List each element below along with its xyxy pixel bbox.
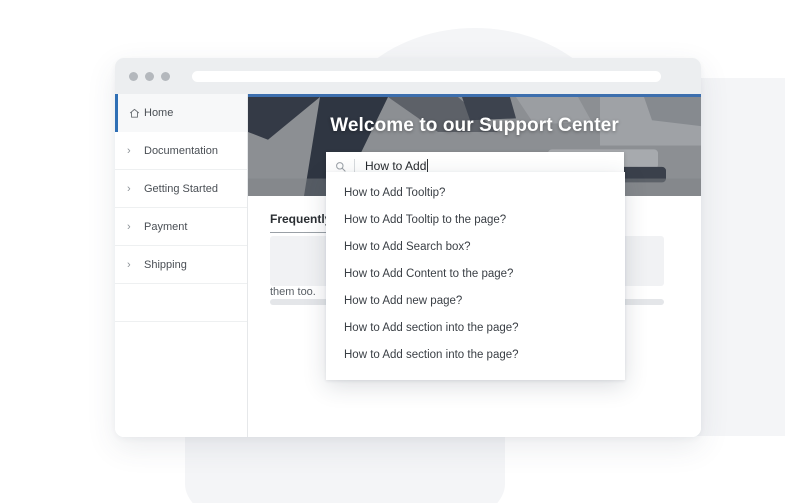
sidebar-item-label: Documentation — [144, 144, 218, 157]
search-input[interactable]: How to Add — [355, 159, 429, 173]
text-caret — [427, 159, 429, 172]
search-icon — [326, 161, 354, 172]
sidebar-item-getting-started[interactable]: › Getting Started — [115, 170, 247, 208]
sidebar: Home › Documentation › Getting Started ›… — [115, 94, 248, 437]
suggestion-item[interactable]: How to Add Content to the page? — [326, 261, 625, 288]
suggestion-item[interactable]: How to Add section into the page? — [326, 315, 625, 342]
sidebar-item-label: Getting Started — [144, 182, 218, 195]
suggestion-item[interactable]: How to Add Tooltip? — [326, 180, 625, 207]
suggestion-item[interactable]: How to Add new page? — [326, 288, 625, 315]
window-controls — [129, 71, 170, 81]
suggestion-item[interactable]: How to Add Search box? — [326, 234, 625, 261]
suggestion-item[interactable]: How to Add section into the page? — [326, 342, 625, 369]
address-bar[interactable] — [192, 70, 661, 82]
chevron-right-icon: › — [127, 144, 131, 157]
sidebar-item-payment[interactable]: › Payment — [115, 208, 247, 246]
chevron-right-icon: › — [127, 182, 131, 195]
screenshot-stage: Home › Documentation › Getting Started ›… — [0, 0, 810, 503]
search-suggestions-dropdown: How to Add Tooltip? How to Add Tooltip t… — [326, 172, 625, 380]
close-dot-icon[interactable] — [129, 71, 138, 81]
home-icon — [127, 108, 141, 119]
page-title: Welcome to our Support Center — [330, 115, 619, 136]
sidebar-item-label: Home — [144, 107, 174, 119]
sidebar-item-label: Shipping — [144, 258, 187, 271]
sidebar-item-shipping[interactable]: › Shipping — [115, 246, 247, 284]
background-blob-bottom — [185, 436, 505, 503]
chevron-right-icon: › — [127, 220, 131, 233]
browser-chrome — [115, 58, 701, 94]
minimize-dot-icon[interactable] — [145, 71, 154, 81]
suggestion-item[interactable]: How to Add Tooltip to the page? — [326, 207, 625, 234]
sidebar-item-label: Payment — [144, 220, 188, 233]
maximize-dot-icon[interactable] — [161, 71, 170, 81]
sidebar-item-documentation[interactable]: › Documentation — [115, 132, 247, 170]
sidebar-item-home[interactable]: Home — [115, 94, 247, 132]
sidebar-divider — [115, 284, 247, 322]
chevron-right-icon: › — [127, 258, 131, 271]
search-input-value: How to Add — [365, 159, 427, 173]
background-blob-right-mask — [505, 436, 795, 503]
